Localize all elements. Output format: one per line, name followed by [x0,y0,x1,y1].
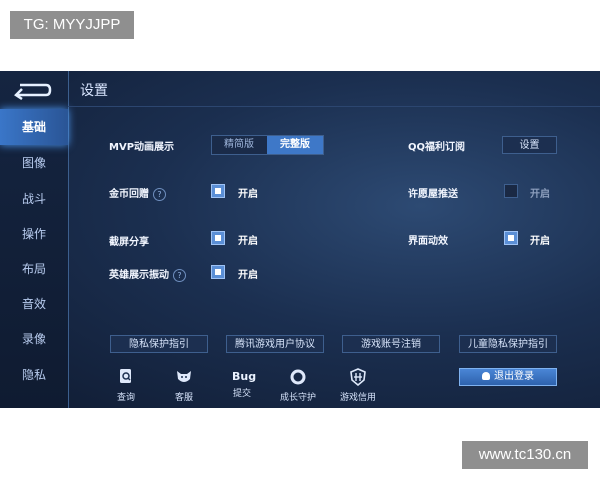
growth-guardian-label: 成长守护 [279,393,316,403]
user-agreement-link[interactable]: 腾讯游戏用户协议 [226,335,324,353]
wish-push-state: 开启 [530,189,550,200]
sidebar-item-privacy[interactable]: 隐私 [0,357,68,393]
sidebar-item-combat[interactable]: 战斗 [0,181,68,217]
check-mark-icon [215,269,221,275]
sidebar-item-basic[interactable]: 基础 [0,109,68,145]
logout-label: 退出登录 [494,371,534,382]
support-button[interactable]: 客服 [160,368,208,403]
help-icon[interactable]: ? [173,268,186,282]
qq-setup-button[interactable]: 设置 [502,136,557,154]
hero-vibration-checkbox[interactable] [211,265,225,279]
qq-subscription-label: QQ福利订阅 [408,142,466,153]
sidebar-item-graphics[interactable]: 图像 [0,145,68,181]
header-divider [68,106,600,107]
back-arrow-icon [14,83,52,101]
watermark-top: TG: MYYJJPP [10,11,134,39]
ui-anim-label: 界面动效 [408,236,448,247]
logout-button[interactable]: 退出登录 [459,368,557,386]
query-button[interactable]: 查询 [102,368,150,403]
settings-screen: 基础 图像 战斗 操作 布局 音效 录像 隐私 设置 MVP动画展示 精简版 完… [0,71,600,408]
coin-rebate-label-row: 金币回赠? [109,185,166,201]
game-credit-button[interactable]: 游戏信用 [334,368,382,403]
submit-label: 提交 [232,389,251,399]
screenshot-share-checkbox[interactable] [211,231,225,245]
submit-bug-button[interactable]: Bug 提交 [218,368,266,399]
hero-vibration-label-row: 英雄展示振动? [109,266,186,282]
ui-anim-checkbox[interactable] [504,231,518,245]
mvp-anim-segmented-control: 精简版 完整版 [211,135,324,155]
check-mark-icon [215,235,221,241]
account-cancel-link[interactable]: 游戏账号注销 [342,335,440,353]
mvp-anim-label: MVP动画展示 [109,142,175,153]
sidebar: 基础 图像 战斗 操作 布局 音效 录像 隐私 [0,71,69,408]
support-label: 客服 [174,393,193,403]
hero-vibration-label: 英雄展示振动 [109,270,169,281]
coin-rebate-state: 开启 [238,189,258,200]
watermark-bottom: www.tc130.cn [462,441,588,469]
wish-push-label: 许愿屋推送 [408,189,458,200]
growth-guardian-button[interactable]: 成长守护 [274,368,322,403]
credit-shield-icon [350,368,366,387]
privacy-guide-link[interactable]: 隐私保护指引 [110,335,208,353]
query-label: 查询 [116,393,135,403]
coin-rebate-checkbox[interactable] [211,184,225,198]
sidebar-item-controls[interactable]: 操作 [0,216,68,252]
back-button[interactable] [12,79,52,101]
screenshot-share-label: 截屏分享 [109,237,149,248]
user-icon [482,372,490,380]
screenshot-share-state: 开启 [238,236,258,247]
page-title: 设置 [80,83,108,99]
game-credit-label: 游戏信用 [339,393,376,403]
support-icon [177,371,191,382]
mvp-option-simple[interactable]: 精简版 [212,136,266,154]
ui-anim-state: 开启 [530,236,550,247]
sidebar-item-replay[interactable]: 录像 [0,321,68,357]
mvp-option-full[interactable]: 完整版 [267,136,323,154]
check-mark-icon [215,188,221,194]
coin-rebate-label: 金币回赠 [109,189,149,200]
bug-icon: Bug [232,370,257,383]
wish-push-checkbox[interactable] [504,184,518,198]
hero-vibration-state: 开启 [238,270,258,281]
child-privacy-link[interactable]: 儿童隐私保护指引 [459,335,557,353]
guardian-ring-icon [290,369,306,385]
sidebar-item-layout[interactable]: 布局 [0,251,68,287]
search-doc-icon [120,369,131,383]
check-mark-icon [508,235,514,241]
sidebar-item-sound[interactable]: 音效 [0,286,68,322]
help-icon[interactable]: ? [153,187,166,201]
